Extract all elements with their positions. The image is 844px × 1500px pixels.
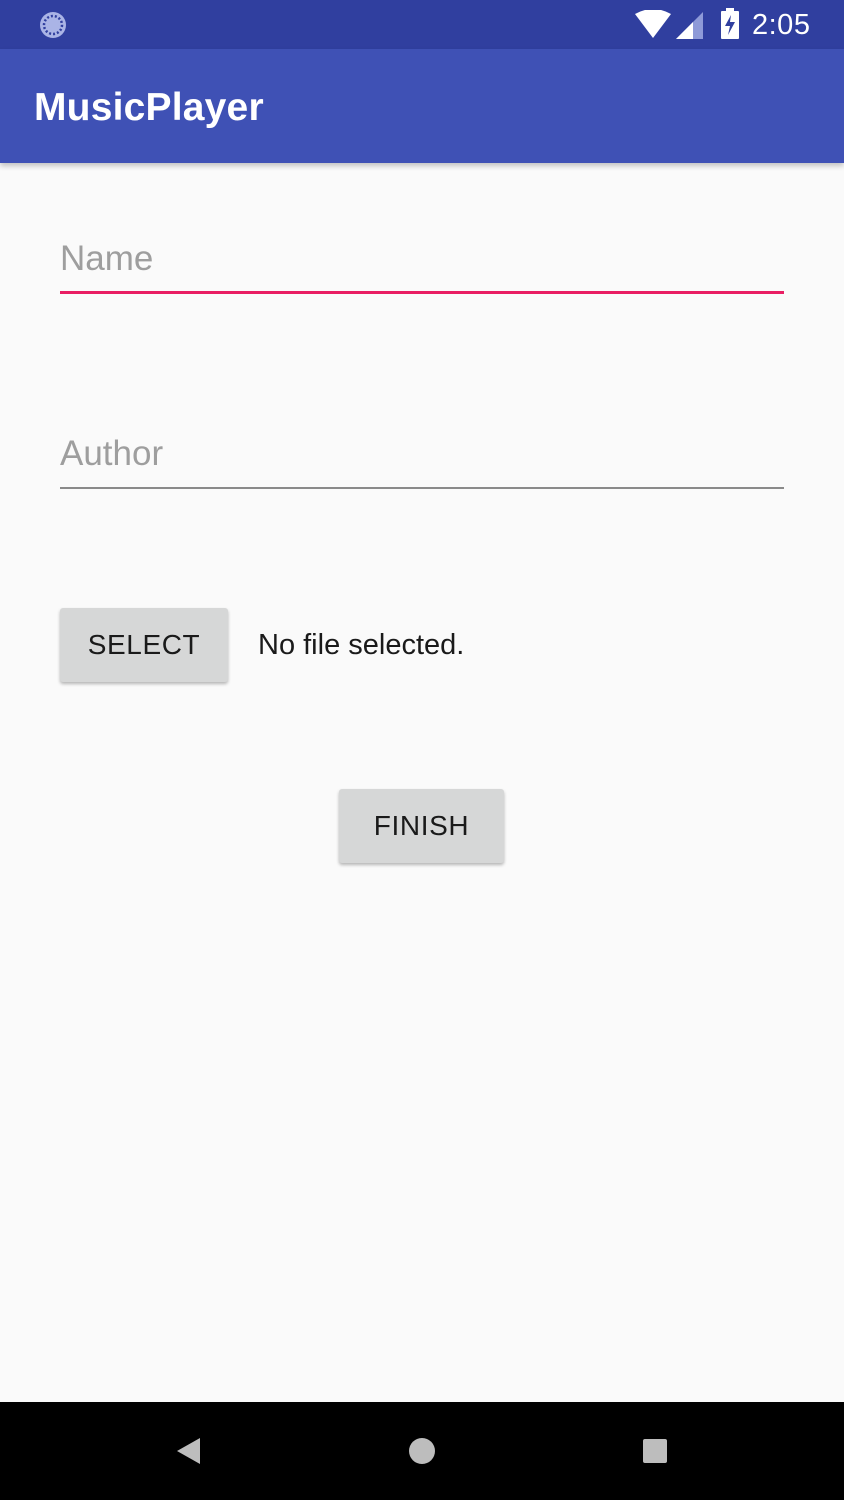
name-input[interactable] (60, 230, 784, 294)
app-bar: MusicPlayer (0, 49, 844, 163)
author-underline (60, 487, 784, 489)
select-button[interactable]: SELECT (60, 608, 228, 682)
name-field[interactable] (60, 230, 784, 294)
name-underline (60, 291, 784, 294)
status-time: 2:05 (752, 9, 811, 41)
file-status-text: No file selected. (258, 629, 465, 661)
recents-icon[interactable] (641, 1437, 669, 1465)
loader-icon (40, 12, 66, 38)
author-input[interactable] (60, 425, 784, 489)
battery-charging-icon (721, 8, 739, 39)
finish-button[interactable]: FINISH (339, 789, 504, 863)
home-icon[interactable] (407, 1436, 437, 1466)
author-field[interactable] (60, 425, 784, 489)
status-bar: 2:05 (0, 0, 844, 49)
app-title: MusicPlayer (34, 86, 264, 129)
back-icon[interactable] (174, 1436, 204, 1466)
signal-icon (676, 12, 703, 39)
wifi-icon (635, 10, 671, 38)
